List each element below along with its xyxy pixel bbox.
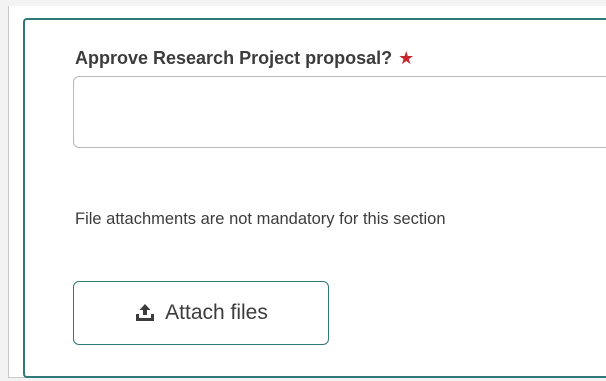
approval-answer-input[interactable] [73,76,606,148]
question-label: Approve Research Project proposal? ★ [75,48,414,69]
page-background: Approve Research Project proposal? ★ File… [0,0,606,381]
upload-icon [134,302,156,324]
question-label-text: Approve Research Project proposal? [75,48,393,68]
required-star-icon: ★ [398,48,415,68]
attach-files-label: Attach files [165,301,268,324]
attach-files-button[interactable]: Attach files [73,281,329,345]
attachment-note: File attachments are not mandatory for t… [75,210,446,228]
